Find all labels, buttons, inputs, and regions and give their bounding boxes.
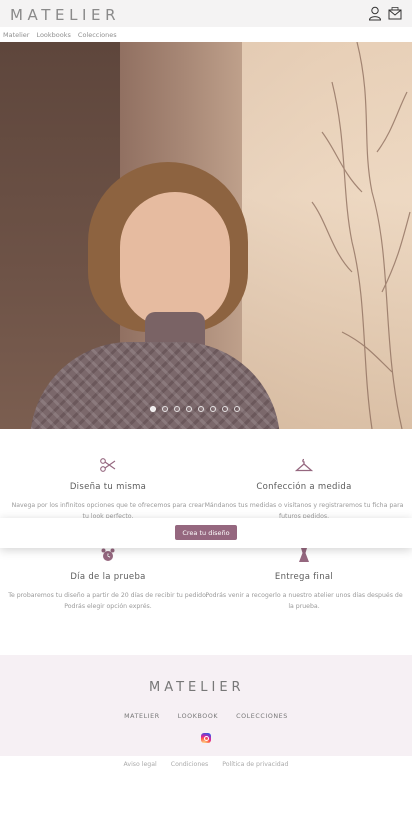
footer-link-lookbook[interactable]: LOOKBOOK xyxy=(178,713,218,720)
create-design-button[interactable]: Crea tu diseño xyxy=(175,525,237,540)
carousel-dot[interactable] xyxy=(162,406,168,412)
legal-links: Aviso legal Condiciones Política de priv… xyxy=(0,761,412,768)
legal-link-condiciones[interactable]: Condiciones xyxy=(171,761,209,768)
subnav-item-lookbooks[interactable]: Lookbooks xyxy=(36,31,70,39)
instagram-icon[interactable] xyxy=(201,733,211,743)
feature-text: Te probaremos tu diseño a partir de 20 d… xyxy=(8,592,208,610)
carousel-indicators xyxy=(150,406,240,412)
footer-link-colecciones[interactable]: COLECCIONES xyxy=(236,713,288,720)
feature-title: Entrega final xyxy=(274,572,334,582)
site-footer: MATELIER MATELIER LOOKBOOK COLECCIONES xyxy=(0,655,412,756)
legal-link-aviso[interactable]: Aviso legal xyxy=(124,761,157,768)
feature-delivery: Entrega final Podrás venir a recogerlo a… xyxy=(204,547,404,612)
carousel-dot[interactable] xyxy=(222,406,228,412)
user-icon[interactable] xyxy=(368,6,382,21)
sticky-cta-bar: Crea tu diseño xyxy=(0,518,412,548)
model-face xyxy=(120,192,230,327)
alarm-clock-icon xyxy=(101,548,115,561)
header-icons xyxy=(368,6,402,21)
footer-link-matelier[interactable]: MATELIER xyxy=(124,713,160,720)
feature-text: Podrás venir a recogerlo a nuestro ateli… xyxy=(205,592,403,610)
site-logo[interactable]: MATELIER xyxy=(10,6,120,24)
footer-nav: MATELIER LOOKBOOK COLECCIONES xyxy=(0,713,412,720)
subnav-item-matelier[interactable]: Matelier xyxy=(3,31,29,39)
feature-design: Diseña tu misma Navega por los infinitos… xyxy=(8,457,208,522)
hero-carousel[interactable] xyxy=(0,42,412,429)
feature-fitting-day: Día de la prueba Te probaremos tu diseño… xyxy=(8,547,208,612)
dry-branches-illustration xyxy=(311,42,411,429)
carousel-dot[interactable] xyxy=(198,406,204,412)
feature-title: Confección a medida xyxy=(256,482,352,492)
scissors-icon xyxy=(100,458,116,472)
sub-navigation: Matelier Lookbooks Colecciones xyxy=(0,27,412,42)
carousel-dot[interactable] xyxy=(150,406,156,412)
footer-logo[interactable]: MATELIER xyxy=(149,680,245,695)
carousel-dot[interactable] xyxy=(186,406,192,412)
mail-icon[interactable] xyxy=(388,6,402,21)
dress-icon xyxy=(299,548,309,562)
carousel-dot[interactable] xyxy=(174,406,180,412)
subnav-item-colecciones[interactable]: Colecciones xyxy=(78,31,117,39)
feature-tailoring: Confección a medida Mándanos tus medidas… xyxy=(204,457,404,522)
legal-link-privacidad[interactable]: Política de privacidad xyxy=(222,761,288,768)
feature-title: Diseña tu misma xyxy=(69,482,147,492)
carousel-dot[interactable] xyxy=(210,406,216,412)
hanger-icon xyxy=(295,458,313,472)
carousel-dot[interactable] xyxy=(234,406,240,412)
feature-title: Día de la prueba xyxy=(70,572,146,582)
site-header: MATELIER xyxy=(0,0,412,27)
